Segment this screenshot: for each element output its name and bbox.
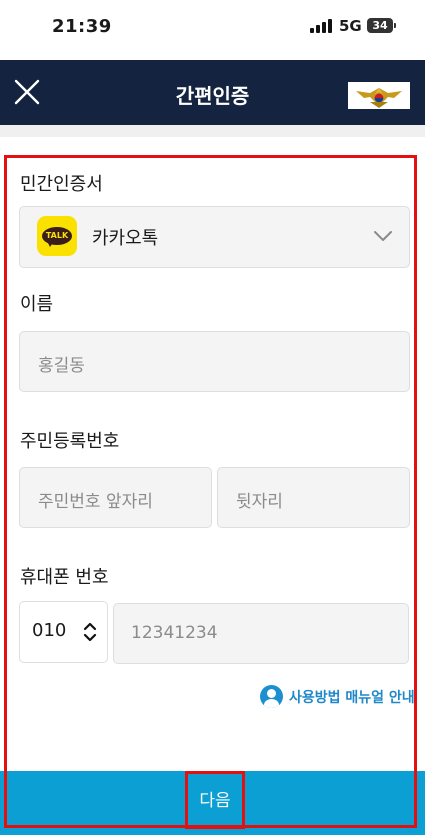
up-down-chevron-icon — [83, 622, 97, 642]
certificate-label: 민간인증서 — [20, 174, 103, 195]
phone-number-placeholder: 12341234 — [131, 623, 218, 643]
phone-number-input[interactable]: 12341234 — [113, 603, 409, 664]
battery-tip — [394, 23, 396, 28]
section-divider — [0, 125, 425, 137]
user-guide-icon — [260, 685, 283, 708]
status-time: 21:39 — [52, 16, 112, 37]
resident-front-placeholder: 주민번호 앞자리 — [38, 492, 153, 512]
resident-number-back-input[interactable]: 뒷자리 — [217, 467, 410, 528]
status-bar: 21:39 5G 34 — [0, 0, 425, 60]
police-emblem-icon — [348, 82, 410, 109]
certificate-select[interactable]: TALK 카카오톡 — [19, 206, 410, 268]
phone-prefix-select[interactable]: 010 — [19, 601, 108, 663]
next-button-label: 다음 — [185, 771, 245, 829]
resident-number-front-input[interactable]: 주민번호 앞자리 — [19, 467, 212, 528]
phone-label: 휴대폰 번호 — [20, 567, 109, 588]
kakaotalk-icon: TALK — [37, 216, 77, 256]
phone-prefix-value: 010 — [32, 620, 67, 641]
name-input[interactable]: 홍길동 — [19, 331, 410, 392]
chevron-down-icon — [374, 231, 392, 241]
certificate-selected-value: 카카오톡 — [92, 228, 159, 249]
resident-back-placeholder: 뒷자리 — [236, 492, 283, 512]
resident-number-label: 주민등록번호 — [20, 431, 120, 452]
battery-icon: 34 — [367, 18, 393, 33]
signal-icon — [310, 19, 332, 33]
name-label: 이름 — [20, 294, 54, 315]
network-type: 5G — [339, 17, 362, 35]
name-placeholder: 홍길동 — [38, 356, 85, 376]
next-button[interactable]: 다음 — [0, 771, 425, 835]
manual-guide-text: 사용방법 매뉴얼 안내 — [289, 690, 415, 706]
